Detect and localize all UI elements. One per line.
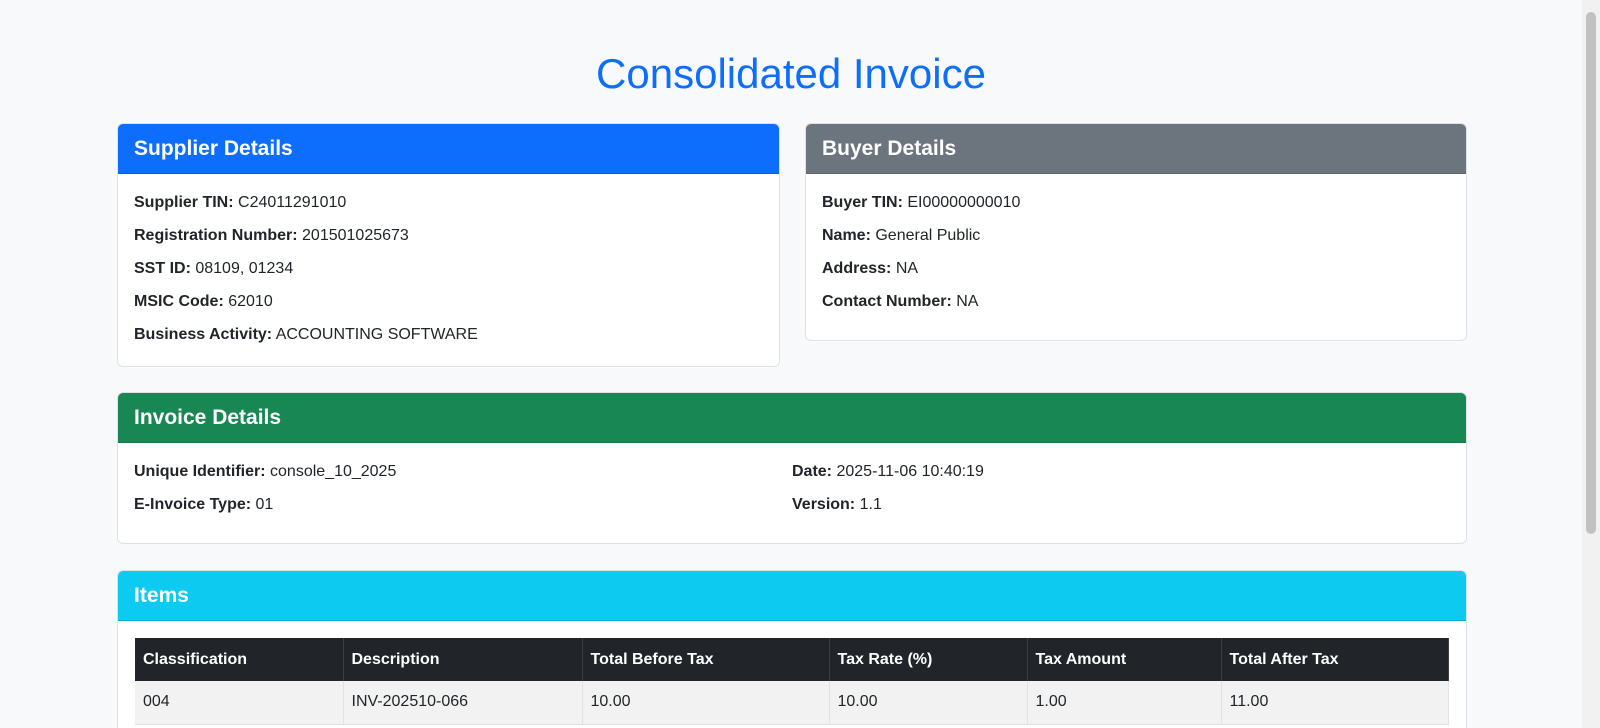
field-value: 01 xyxy=(255,496,274,513)
items-card: Items Classification Description Total B… xyxy=(117,570,1467,728)
field-label: MSIC Code: xyxy=(134,293,224,310)
field-label: Buyer TIN: xyxy=(822,194,903,211)
field-value: EI00000000010 xyxy=(907,194,1021,211)
field-label: SST ID: xyxy=(134,260,191,277)
column-header-total-after-tax: Total After Tax xyxy=(1221,638,1449,681)
date-row: Date: 2025-11-06 10:40:19 xyxy=(792,462,1450,482)
supplier-details-header: Supplier Details xyxy=(118,124,779,174)
scrollbar-thumb[interactable] xyxy=(1586,12,1596,534)
field-value: 1.1 xyxy=(859,496,882,513)
e-invoice-type-row: E-Invoice Type: 01 xyxy=(134,495,792,515)
vertical-scrollbar[interactable] xyxy=(1582,0,1600,728)
table-row: 004 INV-202510-066 10.00 10.00 1.00 11.0… xyxy=(135,681,1449,725)
supplier-details-card: Supplier Details Supplier TIN: C24011291… xyxy=(117,123,780,367)
field-label: Registration Number: xyxy=(134,227,298,244)
field-value: ACCOUNTING SOFTWARE xyxy=(275,326,478,343)
field-value: 62010 xyxy=(228,293,273,310)
field-value: 2025-11-06 10:40:19 xyxy=(836,463,984,480)
items-header: Items xyxy=(118,571,1466,621)
field-value: 08109, 01234 xyxy=(195,260,294,277)
field-value: C24011291010 xyxy=(238,194,347,211)
business-activity-row: Business Activity: ACCOUNTING SOFTWARE xyxy=(134,325,763,345)
version-row: Version: 1.1 xyxy=(792,495,1450,515)
table-header-row: Classification Description Total Before … xyxy=(135,638,1449,681)
msic-code-row: MSIC Code: 62010 xyxy=(134,292,763,312)
buyer-details-header: Buyer Details xyxy=(806,124,1466,174)
field-label: Name: xyxy=(822,227,871,244)
registration-number-row: Registration Number: 201501025673 xyxy=(134,226,763,246)
items-table: Classification Description Total Before … xyxy=(135,638,1449,725)
field-label: Address: xyxy=(822,260,892,277)
field-label: Supplier TIN: xyxy=(134,194,234,211)
buyer-details-card: Buyer Details Buyer TIN: EI00000000010 N… xyxy=(805,123,1467,341)
field-label: Version: xyxy=(792,496,856,513)
buyer-name-row: Name: General Public xyxy=(822,226,1450,246)
field-label: E-Invoice Type: xyxy=(134,496,252,513)
field-value: General Public xyxy=(875,227,981,244)
buyer-address-row: Address: NA xyxy=(822,259,1450,279)
column-header-classification: Classification xyxy=(135,638,344,681)
column-header-tax-amount: Tax Amount xyxy=(1027,638,1222,681)
table-cell: 10.00 xyxy=(829,681,1028,725)
page: Consolidated Invoice Supplier Details Su… xyxy=(0,0,1600,728)
table-cell: 10.00 xyxy=(582,681,830,725)
page-title: Consolidated Invoice xyxy=(596,50,986,97)
invoice-details-header: Invoice Details xyxy=(118,393,1466,443)
field-value: console_10_2025 xyxy=(270,463,397,480)
field-label: Business Activity: xyxy=(134,326,273,343)
field-value: NA xyxy=(895,260,919,277)
field-value: NA xyxy=(956,293,979,310)
column-header-description: Description xyxy=(343,638,583,681)
supplier-tin-row: Supplier TIN: C24011291010 xyxy=(134,193,763,213)
buyer-contact-row: Contact Number: NA xyxy=(822,292,1450,312)
table-cell: INV-202510-066 xyxy=(343,681,583,725)
field-label: Date: xyxy=(792,463,833,480)
field-label: Unique Identifier: xyxy=(134,463,266,480)
buyer-tin-row: Buyer TIN: EI00000000010 xyxy=(822,193,1450,213)
table-cell: 11.00 xyxy=(1221,681,1449,725)
table-cell: 004 xyxy=(135,681,344,725)
unique-identifier-row: Unique Identifier: console_10_2025 xyxy=(134,462,792,482)
field-value: 201501025673 xyxy=(302,227,409,244)
field-label: Contact Number: xyxy=(822,293,952,310)
column-header-total-before-tax: Total Before Tax xyxy=(582,638,830,681)
invoice-details-card: Invoice Details Unique Identifier: conso… xyxy=(117,392,1467,544)
column-header-tax-rate: Tax Rate (%) xyxy=(829,638,1028,681)
sst-id-row: SST ID: 08109, 01234 xyxy=(134,259,763,279)
table-cell: 1.00 xyxy=(1027,681,1222,725)
